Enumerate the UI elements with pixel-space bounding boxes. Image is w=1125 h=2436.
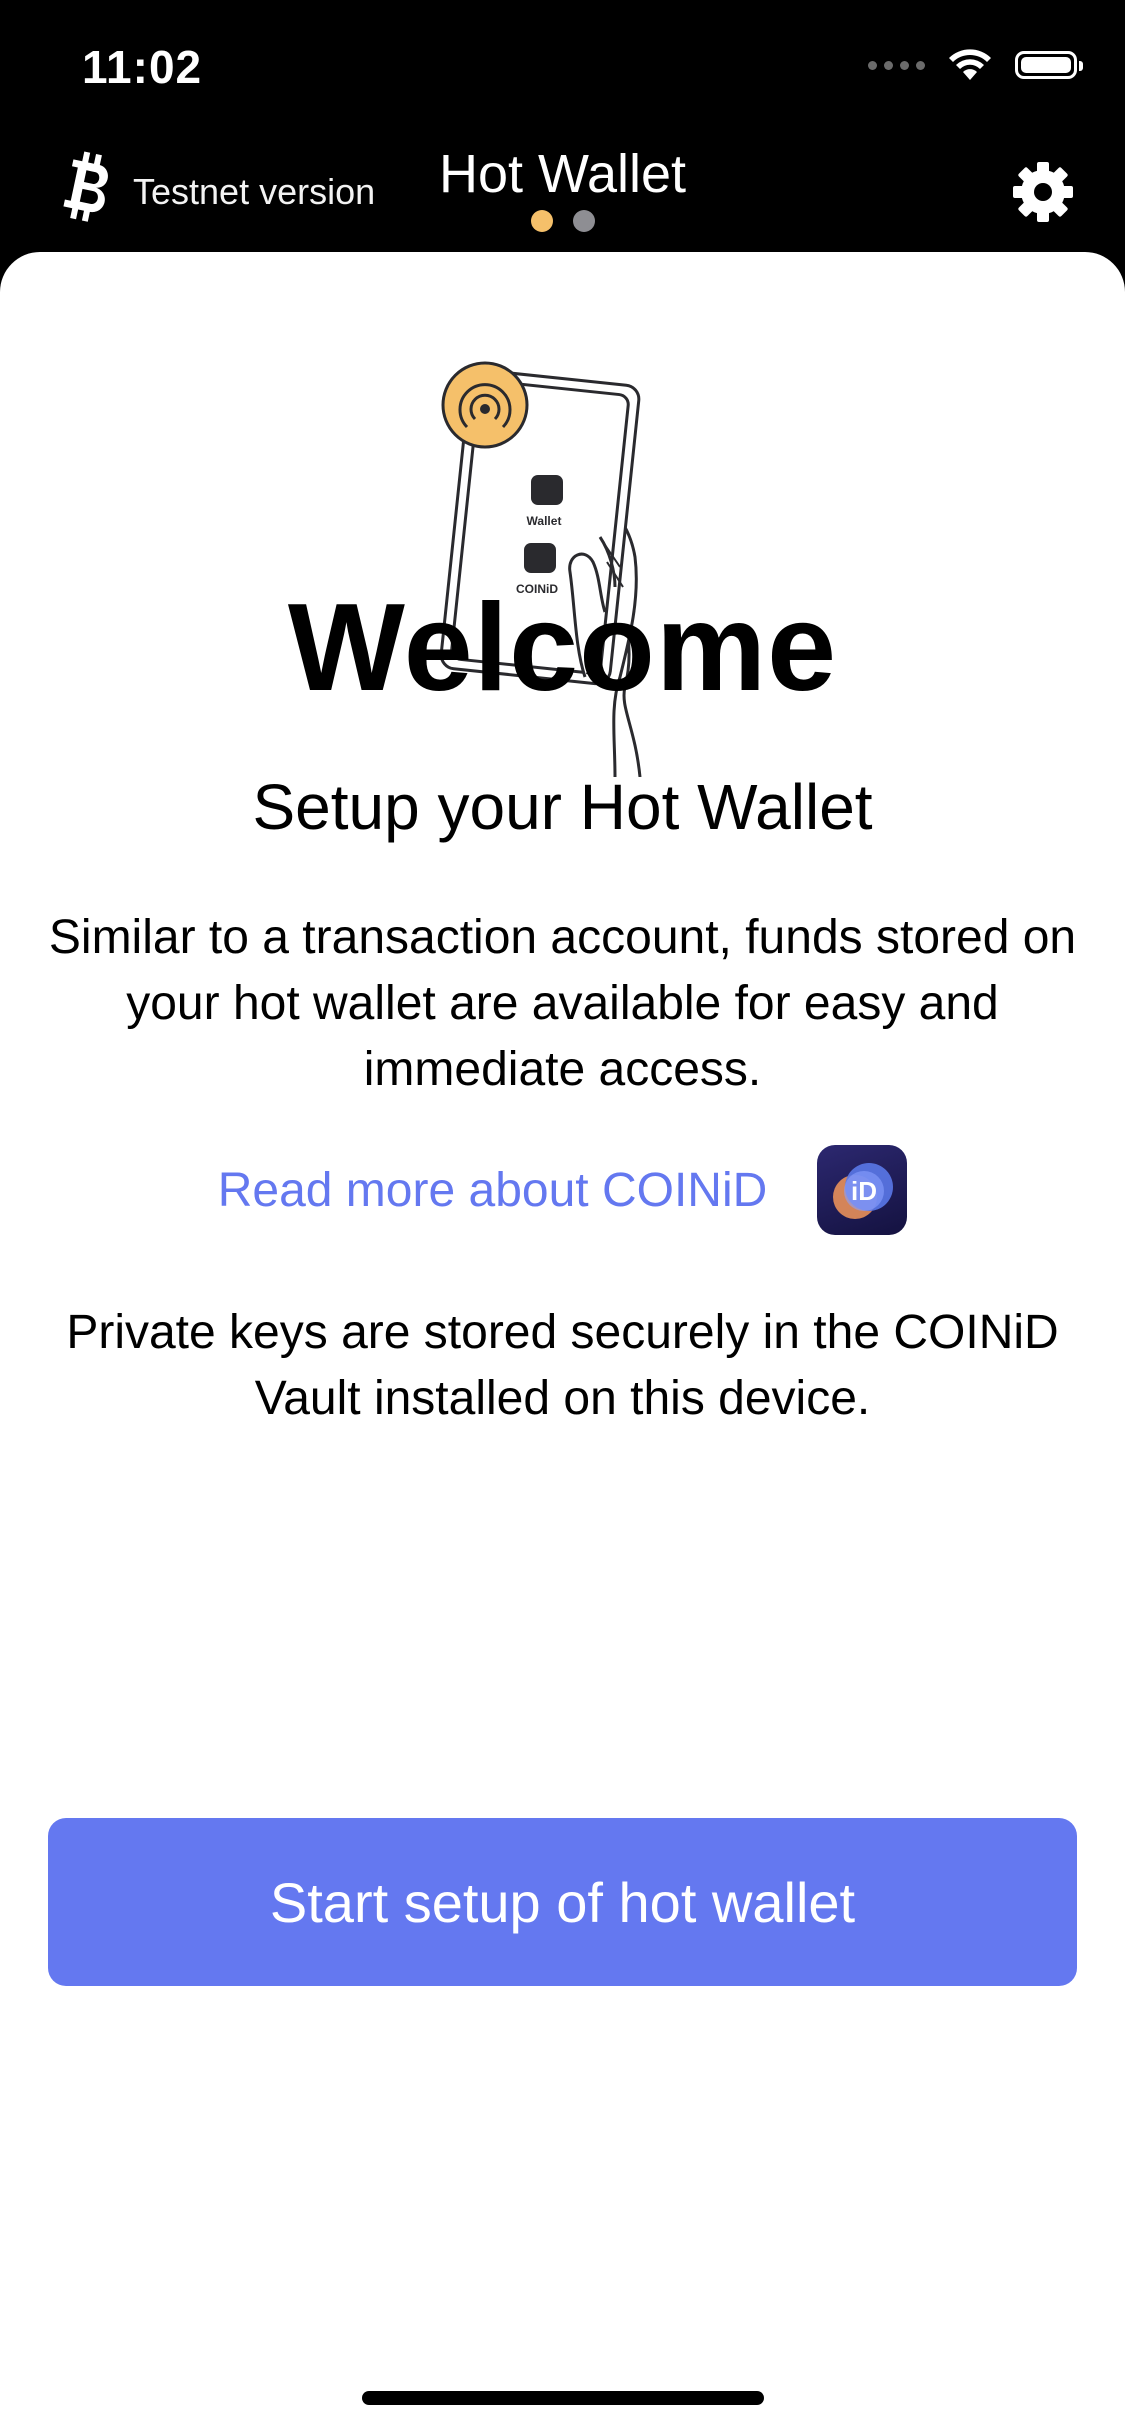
page-indicator[interactable]	[0, 210, 1125, 232]
coinid-app-icon[interactable]: iD	[817, 1145, 908, 1235]
phone-label-wallet: Wallet	[527, 514, 562, 528]
welcome-heading: Welcome	[287, 579, 838, 717]
read-more-row: Read more about COINiD iD	[0, 1145, 1125, 1235]
page-dot-inactive[interactable]	[572, 210, 595, 232]
gear-icon[interactable]	[1011, 160, 1075, 224]
wifi-icon	[949, 49, 991, 80]
status-icons	[868, 48, 1083, 82]
battery-icon	[1015, 51, 1083, 79]
subtitle: Setup your Hot Wallet	[252, 771, 873, 843]
coinid-icon-text: iD	[851, 1176, 877, 1206]
status-bar: 11:02	[0, 0, 1125, 135]
nav-bar: Testnet version Hot Wallet	[0, 135, 1125, 255]
home-indicator	[362, 2391, 764, 2405]
status-time: 11:02	[82, 41, 203, 93]
page-dot-active[interactable]	[530, 210, 553, 232]
private-keys-text: Private keys are stored securely in the …	[66, 1306, 1059, 1425]
read-more-link[interactable]: Read more about COINiD	[218, 1163, 768, 1218]
nav-title: Hot Wallet	[438, 144, 687, 204]
start-setup-button[interactable]: Start setup of hot wallet	[48, 1818, 1077, 1986]
cellular-signal-icon	[868, 60, 925, 70]
description: Similar to a transaction account, funds …	[48, 911, 1077, 1096]
